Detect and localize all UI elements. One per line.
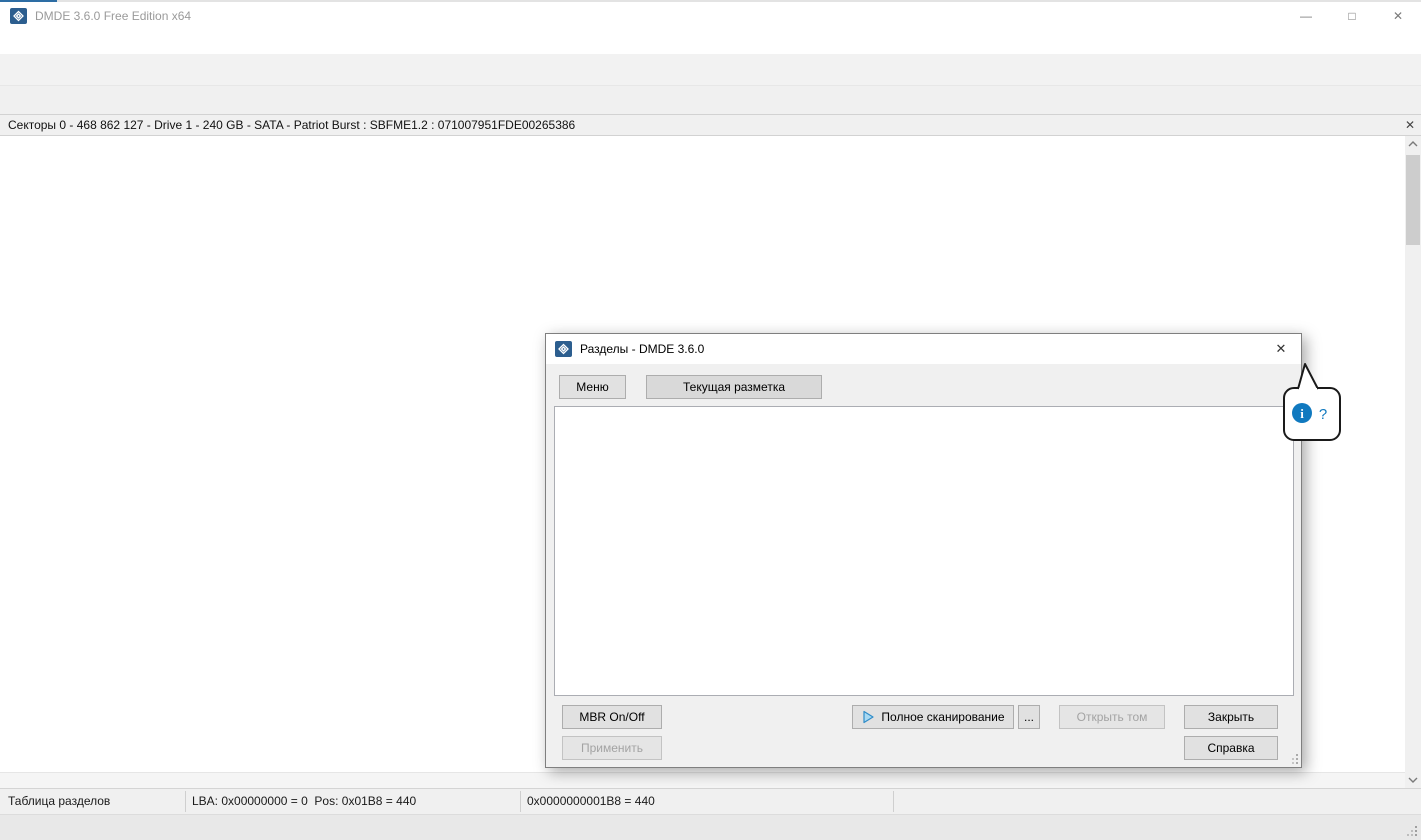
close-dialog-button[interactable]: Закрыть (1184, 705, 1278, 729)
dialog-title: Разделы - DMDE 3.6.0 (580, 342, 704, 356)
full-scan-label: Полное сканирование (881, 710, 1004, 724)
help-question-mark: ? (1319, 406, 1327, 423)
partitions-dialog: Разделы - DMDE 3.6.0 ✕ Меню Текущая разм… (545, 333, 1302, 768)
resize-grip-icon[interactable] (1405, 824, 1417, 836)
apply-button[interactable]: Применить (562, 736, 662, 760)
status-divider (893, 791, 894, 812)
titlebar: DMDE 3.6.0 Free Edition x64 — □ ✕ (0, 2, 1421, 30)
scroll-up-icon[interactable] (1405, 136, 1421, 152)
open-volume-button[interactable]: Открыть том (1059, 705, 1165, 729)
scrollbar-thumb[interactable] (1406, 155, 1420, 245)
window-controls: — □ ✕ (1283, 2, 1421, 30)
close-button[interactable]: ✕ (1375, 2, 1421, 30)
status-section-view: Таблица разделов (8, 794, 110, 808)
partitions-table (554, 406, 1294, 696)
status-divider (520, 791, 521, 812)
toolbar (0, 54, 1421, 86)
scroll-down-icon[interactable] (1405, 772, 1421, 788)
status-section-pos: 0x0000000001B8 = 440 (527, 794, 655, 808)
info-glyph: i (1300, 406, 1304, 421)
maximize-button[interactable]: □ (1329, 2, 1375, 30)
status-section-lba: LBA: 0x00000000 = 0 Pos: 0x01B8 = 440 (192, 794, 416, 808)
menu-bar (0, 30, 1421, 54)
bottom-strip (0, 814, 1421, 840)
scan-play-icon (861, 710, 875, 724)
current-layout-button[interactable]: Текущая разметка (646, 375, 822, 399)
tab-bar (0, 86, 1421, 114)
menu-button[interactable]: Меню (559, 375, 626, 399)
dmde-dialog-icon (555, 341, 572, 357)
sector-close-icon[interactable]: ✕ (1405, 118, 1415, 132)
status-bar: Таблица разделов LBA: 0x00000000 = 0 Pos… (0, 788, 1421, 814)
help-button[interactable]: Справка (1184, 736, 1278, 760)
help-balloon[interactable]: i ? (1282, 360, 1346, 446)
full-scan-button[interactable]: Полное сканирование (852, 705, 1014, 729)
scan-options-button[interactable]: ... (1018, 705, 1040, 729)
sector-header-bar: Секторы 0 - 468 862 127 - Drive 1 - 240 … (0, 114, 1421, 136)
dialog-titlebar: Разделы - DMDE 3.6.0 ✕ (546, 334, 1301, 364)
vertical-scrollbar[interactable] (1405, 136, 1421, 788)
mbr-onoff-button[interactable]: MBR On/Off (562, 705, 662, 729)
dmde-app-icon (10, 8, 27, 24)
minimize-button[interactable]: — (1283, 2, 1329, 30)
dialog-resize-grip-icon[interactable] (1288, 754, 1298, 764)
status-divider (185, 791, 186, 812)
horizontal-scrollbar[interactable] (0, 772, 1405, 788)
window-title: DMDE 3.6.0 Free Edition x64 (35, 9, 191, 23)
sector-header-text: Секторы 0 - 468 862 127 - Drive 1 - 240 … (8, 118, 575, 132)
